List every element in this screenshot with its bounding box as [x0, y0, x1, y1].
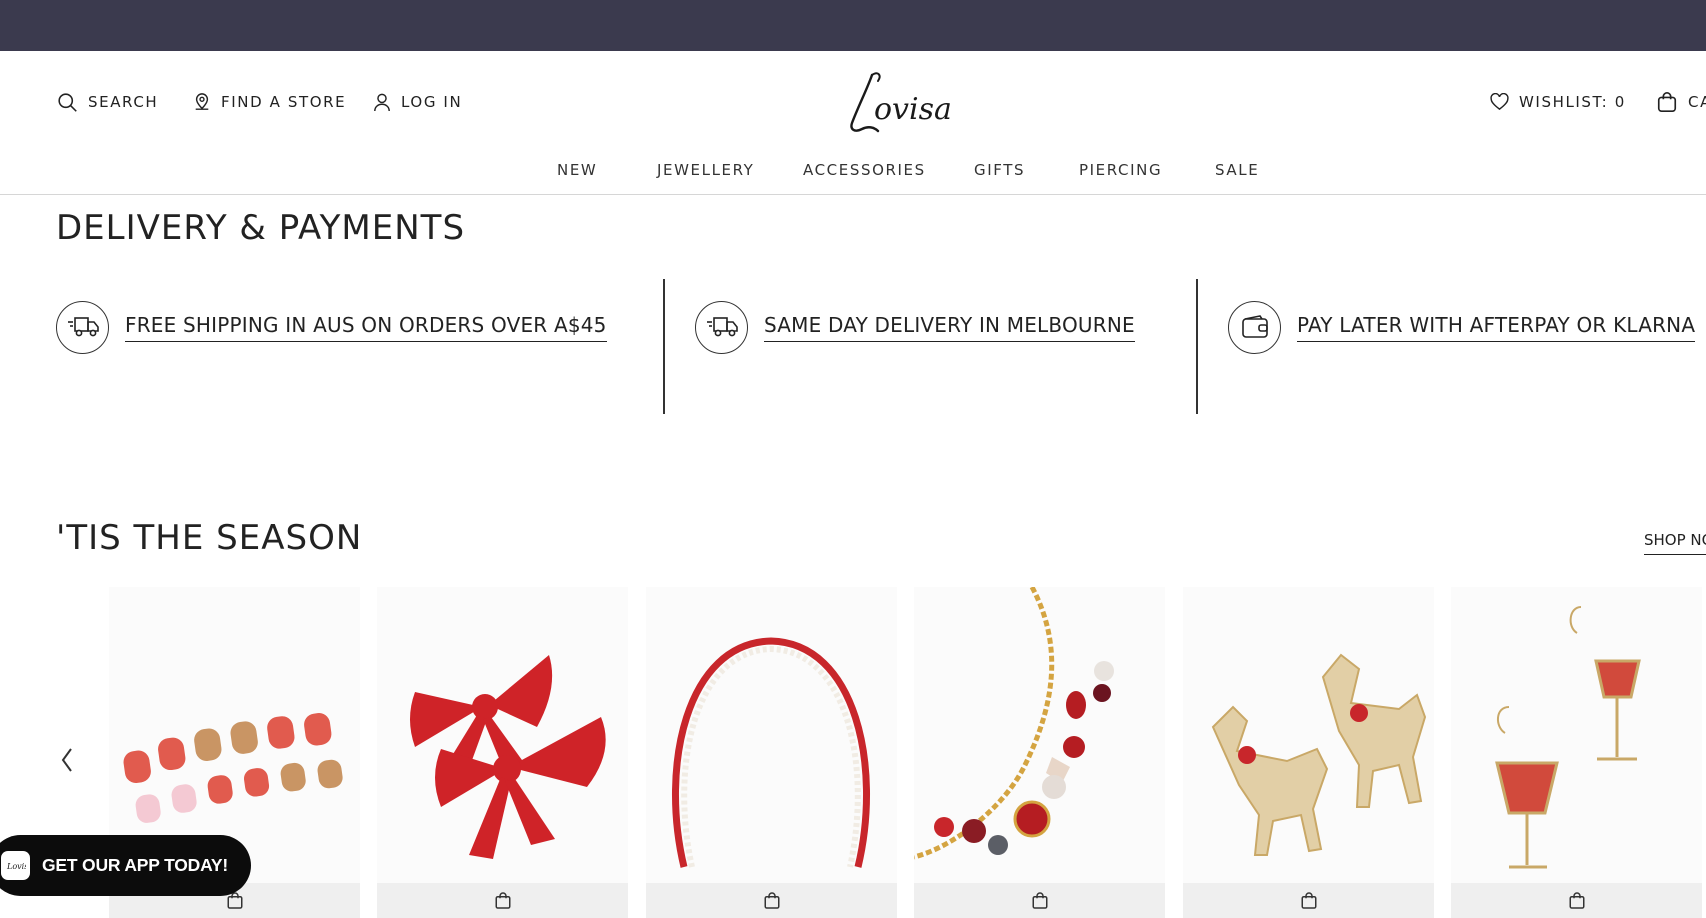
login-button[interactable]: LOG IN [373, 89, 462, 115]
quick-add-button[interactable] [377, 883, 628, 918]
nav-piercing[interactable]: PIERCING [1079, 161, 1162, 183]
wishlist-button[interactable]: WISHLIST: 0 [1490, 89, 1626, 115]
app-download-banner[interactable]: Lovisa GET OUR APP TODAY! [0, 835, 251, 896]
search-icon [58, 92, 77, 112]
carousel-prev-arrow[interactable] [57, 745, 79, 775]
delivery-section-title: DELIVERY & PAYMENTS [56, 208, 466, 248]
nav-accessories[interactable]: ACCESSORIES [803, 161, 926, 183]
delivery-truck-icon [695, 300, 748, 354]
divider [663, 279, 665, 414]
nav-jewellery[interactable]: JEWELLERY [657, 161, 754, 183]
search-button[interactable]: SEARCH [57, 89, 158, 115]
product-image-headband [646, 587, 897, 883]
divider [1196, 279, 1198, 414]
shopping-bag-icon [495, 892, 510, 909]
delivery-item-free-shipping[interactable]: FREE SHIPPING IN AUS ON ORDERS OVER A$45 [56, 299, 607, 355]
announcement-bar [0, 0, 1706, 51]
nav-new[interactable]: NEW [557, 161, 597, 183]
delivery-item-text: FREE SHIPPING IN AUS ON ORDERS OVER A$45 [125, 313, 607, 342]
shopping-bag-icon [764, 892, 779, 909]
location-pin-icon [195, 93, 209, 110]
quick-add-button[interactable] [1451, 883, 1702, 918]
shopping-bag-icon [1032, 892, 1047, 909]
delivery-item-text: PAY LATER WITH AFTERPAY OR KLARNA [1297, 313, 1696, 342]
product-image-wine-earrings [1451, 587, 1702, 883]
season-section-title: 'TIS THE SEASON [56, 518, 363, 558]
product-image-necklace [914, 587, 1165, 883]
heart-icon [1490, 93, 1509, 111]
delivery-item-same-day[interactable]: SAME DAY DELIVERY IN MELBOURNE [695, 299, 1135, 355]
product-card[interactable] [377, 587, 628, 918]
shopping-bag-icon [1657, 92, 1677, 112]
app-banner-text: GET OUR APP TODAY! [42, 855, 229, 875]
delivery-truck-icon [56, 300, 109, 354]
svg-text:ovisa: ovisa [874, 92, 952, 127]
find-store-label: FIND A STORE [221, 93, 347, 111]
product-card[interactable] [1183, 587, 1434, 918]
svg-text:Lovisa: Lovisa [6, 862, 26, 871]
wishlist-label: WISHLIST: 0 [1519, 93, 1626, 111]
cart-label: CA [1688, 93, 1706, 111]
product-image-reindeer [1183, 587, 1434, 883]
search-label: SEARCH [88, 93, 159, 111]
app-logo-icon: Lovisa [1, 851, 30, 880]
delivery-item-pay-later[interactable]: PAY LATER WITH AFTERPAY OR KLARNA [1228, 299, 1696, 355]
nav-gifts[interactable]: GIFTS [974, 161, 1025, 183]
site-header: SEARCH FIND A STORE LOG IN ovisa WISHLIS… [0, 51, 1706, 195]
product-card[interactable] [646, 587, 897, 918]
nav-sale[interactable]: SALE [1215, 161, 1259, 183]
quick-add-button[interactable] [1183, 883, 1434, 918]
shop-now-link[interactable]: SHOP NO [1644, 531, 1706, 555]
quick-add-button[interactable] [646, 883, 897, 918]
shopping-bag-icon [1569, 892, 1584, 909]
find-store-button[interactable]: FIND A STORE [193, 89, 346, 115]
quick-add-button[interactable] [914, 883, 1165, 918]
product-image-bows [377, 587, 628, 883]
product-card[interactable] [914, 587, 1165, 918]
delivery-item-text: SAME DAY DELIVERY IN MELBOURNE [764, 313, 1135, 342]
lovisa-logo[interactable]: ovisa [838, 67, 970, 139]
wallet-icon [1228, 300, 1281, 354]
product-card[interactable] [1451, 587, 1702, 918]
user-icon [374, 93, 390, 112]
shopping-bag-icon [1301, 892, 1316, 909]
login-label: LOG IN [401, 93, 463, 111]
cart-button[interactable]: CA [1656, 89, 1706, 115]
